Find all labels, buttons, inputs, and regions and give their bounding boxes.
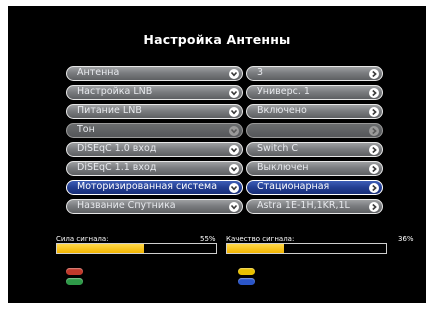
chevron-down-icon[interactable]	[229, 201, 239, 212]
setting-field[interactable]: Моторизированная система	[66, 180, 243, 195]
setting-label: DiSEqC 1.0 вход	[77, 143, 157, 154]
chevron-right-icon[interactable]	[369, 144, 379, 155]
page-title: Настройка Антенны	[143, 32, 291, 47]
setting-field[interactable]: Антенна	[66, 66, 243, 81]
chevron-right-icon[interactable]	[369, 163, 379, 174]
signal-quality-bar	[226, 243, 387, 254]
chevron-down-icon[interactable]	[229, 182, 239, 193]
setting-value: Astra 1E-1H,1KR,1L	[257, 200, 350, 211]
chevron-down-icon[interactable]	[229, 125, 239, 136]
setting-value: Универс. 1	[257, 86, 310, 97]
signal-quality-label: Качество сигнала:	[226, 235, 295, 243]
tv-screen: Настройка Антенны Антенна 3 Настройка LNB У…	[8, 6, 426, 303]
yellow-button[interactable]	[238, 268, 255, 275]
chevron-right-icon[interactable]	[369, 125, 379, 136]
setting-label: DiSEqC 1.1 вход	[77, 162, 157, 173]
setting-value: Switch C	[257, 143, 299, 154]
setting-value: Включено	[257, 105, 307, 116]
red-button[interactable]	[66, 268, 83, 275]
chevron-down-icon[interactable]	[229, 106, 239, 117]
setting-field[interactable]: Тон	[66, 123, 243, 138]
settings-row[interactable]: Питание LNB Включено	[8, 104, 426, 119]
settings-row[interactable]: DiSEqC 1.0 вход Switch C	[8, 142, 426, 157]
setting-value-field[interactable]: Switch C	[246, 142, 383, 157]
signal-quality-percent: 36%	[398, 235, 414, 243]
setting-value-field[interactable]: 3	[246, 66, 383, 81]
setting-value-field[interactable]: Выключен	[246, 161, 383, 176]
chevron-right-icon[interactable]	[369, 106, 379, 117]
chevron-right-icon[interactable]	[369, 68, 379, 79]
settings-row[interactable]: Антенна 3	[8, 66, 426, 81]
chevron-right-icon[interactable]	[369, 182, 379, 193]
setting-value-field[interactable]: Универс. 1	[246, 85, 383, 100]
setting-label: Моторизированная система	[77, 181, 218, 192]
settings-row[interactable]: Название Спутника Astra 1E-1H,1KR,1L	[8, 199, 426, 214]
setting-field[interactable]: Питание LNB	[66, 104, 243, 119]
setting-label: Питание LNB	[77, 105, 142, 116]
setting-value: Стационарная	[257, 181, 330, 192]
setting-label: Название Спутника	[77, 200, 176, 211]
chevron-down-icon[interactable]	[229, 68, 239, 79]
chevron-right-icon[interactable]	[369, 87, 379, 98]
setting-field[interactable]: Название Спутника	[66, 199, 243, 214]
signal-quality-fill	[227, 244, 285, 253]
setting-value: 3	[257, 67, 264, 78]
setting-label: Тон	[77, 124, 95, 135]
chevron-down-icon[interactable]	[229, 87, 239, 98]
setting-value: Выключен	[257, 162, 309, 173]
chevron-right-icon[interactable]	[369, 201, 379, 212]
setting-label: Настройка LNB	[77, 86, 153, 97]
chevron-down-icon[interactable]	[229, 163, 239, 174]
setting-field[interactable]: Настройка LNB	[66, 85, 243, 100]
signal-strength-bar	[56, 243, 217, 254]
settings-row[interactable]: Настройка LNB Универс. 1	[8, 85, 426, 100]
setting-value-field[interactable]: Включено	[246, 104, 383, 119]
setting-field[interactable]: DiSEqC 1.1 вход	[66, 161, 243, 176]
setting-value-field[interactable]: Astra 1E-1H,1KR,1L	[246, 199, 383, 214]
signal-strength-percent: 55%	[200, 235, 216, 243]
setting-field[interactable]: DiSEqC 1.0 вход	[66, 142, 243, 157]
settings-row[interactable]: DiSEqC 1.1 вход Выключен	[8, 161, 426, 176]
settings-row[interactable]: Тон	[8, 123, 426, 138]
settings-row[interactable]: Моторизированная система Стационарная	[8, 180, 426, 195]
setting-value-field[interactable]	[246, 123, 383, 138]
signal-strength-label: Сила сигнала:	[56, 235, 109, 243]
green-button[interactable]	[66, 278, 83, 285]
signal-strength-fill	[57, 244, 145, 253]
setting-label: Антенна	[77, 67, 120, 78]
blue-button[interactable]	[238, 278, 255, 285]
setting-value-field[interactable]: Стационарная	[246, 180, 383, 195]
chevron-down-icon[interactable]	[229, 144, 239, 155]
